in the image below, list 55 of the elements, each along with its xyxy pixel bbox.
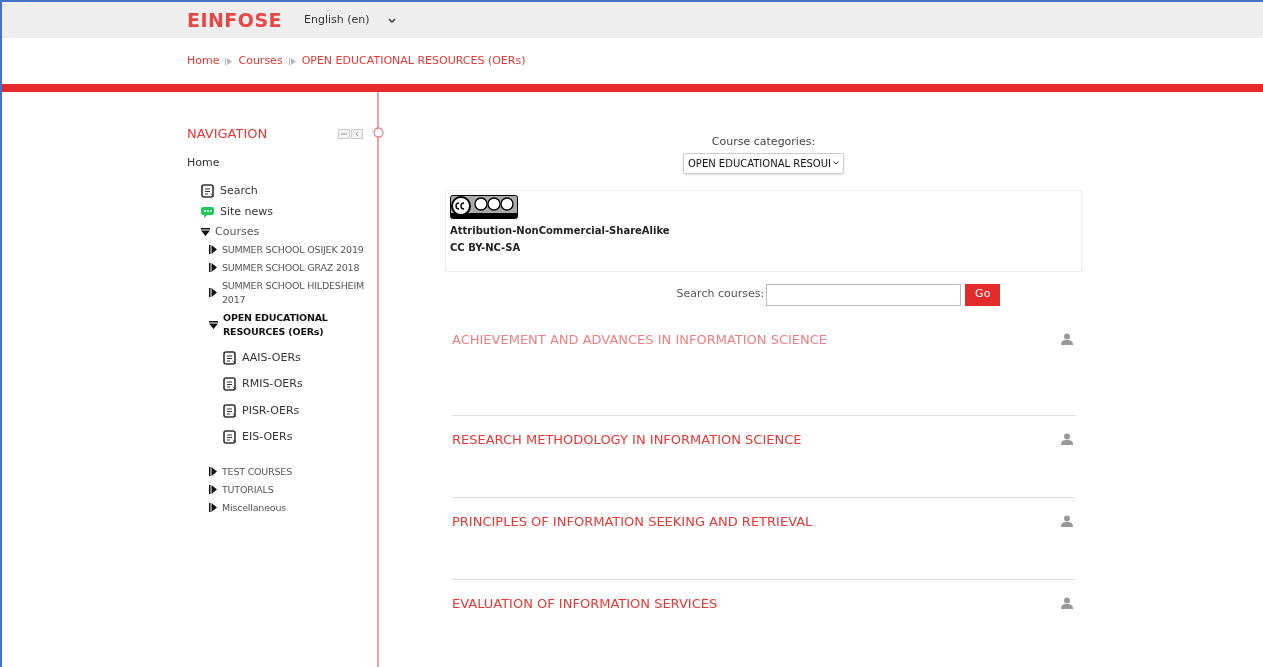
document-icon [223, 403, 237, 418]
separator-icon [288, 57, 296, 65]
nav-item[interactable]: EIS-OERs [242, 429, 293, 446]
course-title[interactable]: EVALUATION OF INFORMATION SERVICES [452, 593, 718, 613]
nav-item[interactable]: AAIS-OERs [242, 349, 301, 366]
search-field[interactable] [766, 283, 962, 306]
nav-item[interactable]: SUMMER SCHOOL GRAZ 2018 [222, 260, 360, 275]
breadcrumb-link[interactable]: Courses [238, 52, 283, 70]
nav-item[interactable]: OPEN EDUCATIONAL RESOURCES (OERs) [223, 310, 377, 339]
search-label: Search courses: [676, 286, 765, 303]
nav-item[interactable]: RMIS-OERs [242, 376, 303, 393]
document-icon [201, 184, 215, 199]
user-icon [1061, 332, 1073, 345]
license-badge-icon [450, 194, 518, 219]
nav-item[interactable]: TEST COURSES [222, 464, 292, 479]
user-icon [1061, 432, 1073, 445]
license-code: CC BY-NC-SA [450, 240, 522, 255]
chevron-down-icon [833, 161, 839, 165]
nav-item[interactable]: PISR-OERs [242, 402, 300, 419]
license-name: Attribution-NonCommercial-ShareAlike [450, 223, 671, 238]
breadcrumb-link[interactable]: Home [187, 52, 220, 70]
separator-icon [225, 57, 233, 65]
nav-item[interactable]: Home [187, 154, 220, 171]
nav-item[interactable]: TUTORIALS [222, 482, 274, 497]
caret-down-icon[interactable] [201, 228, 210, 237]
nav-item[interactable]: SUMMER SCHOOL OSIJEK 2019 [222, 242, 364, 257]
user-icon [1061, 514, 1073, 527]
nav-item[interactable]: Search [220, 183, 258, 200]
caret-right-icon[interactable] [209, 485, 217, 494]
category-select[interactable]: OPEN EDUCATIONAL RESOUI [683, 152, 844, 174]
category-label: Course categories: [711, 134, 816, 150]
user-icon [1061, 596, 1073, 609]
dock-icon[interactable] [351, 128, 363, 139]
chat-icon [201, 205, 215, 218]
document-icon [223, 350, 237, 365]
nav-item[interactable]: Site news [220, 203, 274, 220]
caret-right-icon[interactable] [209, 263, 217, 272]
course-title[interactable]: RESEARCH METHODOLOGY IN INFORMATION SCIENCE [452, 429, 802, 449]
caret-right-icon[interactable] [209, 288, 217, 297]
chevron-down-icon [387, 17, 396, 23]
caret-right-icon[interactable] [209, 467, 217, 476]
caret-down-icon[interactable] [209, 320, 218, 329]
breadcrumb-link[interactable]: OPEN EDUCATIONAL RESOURCES (OERs) [301, 52, 526, 70]
nav-item[interactable]: Miscellaneous [222, 500, 286, 515]
language-selector[interactable]: English (en) [304, 11, 396, 29]
nav-item[interactable]: Courses [215, 224, 260, 241]
course-title[interactable]: PRINCIPLES OF INFORMATION SEEKING AND RETRIEVAL [452, 511, 813, 531]
caret-right-icon[interactable] [209, 245, 217, 254]
caret-right-icon[interactable] [209, 503, 217, 512]
nav-item[interactable]: SUMMER SCHOOL HILDESHEIM 2017 [222, 278, 377, 307]
document-icon [223, 430, 237, 445]
go-button[interactable]: Go [965, 283, 1001, 306]
document-icon [223, 377, 237, 392]
block-title: NAVIGATION [187, 125, 268, 143]
timeline-marker-icon [372, 127, 384, 138]
